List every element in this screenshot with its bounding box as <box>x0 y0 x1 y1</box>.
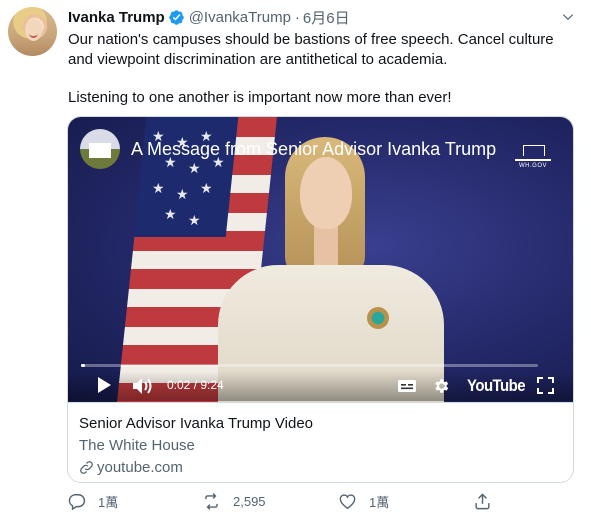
card-details[interactable]: Senior Advisor Ivanka Trump Video The Wh… <box>68 402 573 482</box>
tweet-date[interactable]: 6月6日 <box>303 7 350 28</box>
tweet-paragraph-1: Our nation's campuses should be bastions… <box>68 31 554 68</box>
display-name[interactable]: Ivanka Trump <box>68 9 165 26</box>
reply-count: 1萬 <box>98 495 119 510</box>
video-title-row: A Message from Senior Advisor Ivanka Tru… <box>80 129 496 169</box>
like-count: 1萬 <box>369 495 390 510</box>
flag-star: ★ <box>176 186 189 202</box>
captions-icon[interactable] <box>397 379 417 393</box>
share-button[interactable] <box>473 492 504 511</box>
share-icon <box>475 493 490 510</box>
card-link: youtube.com <box>79 459 183 476</box>
avatar[interactable] <box>8 7 57 56</box>
retweet-count: 2,595 <box>233 494 266 509</box>
video-title[interactable]: A Message from Senior Advisor Ivanka Tru… <box>131 139 496 160</box>
verified-icon <box>168 9 184 25</box>
retweet-button[interactable]: 2,595 <box>202 492 266 511</box>
video-controls: 0:02 / 9:24 YouTube <box>68 371 573 401</box>
flag-star: ★ <box>188 212 201 228</box>
speaker-brooch <box>367 307 389 329</box>
white-house-logo[interactable] <box>80 129 120 169</box>
tweet: Ivanka Trump @IvankaTrump · 6月6日 Our nat… <box>0 0 591 524</box>
reply-icon <box>68 494 86 511</box>
link-icon <box>80 461 93 474</box>
youtube-logo[interactable]: YouTube <box>467 376 526 396</box>
tweet-text: Our nation's campuses should be bastions… <box>68 30 578 108</box>
whgov-watermark: WH.GOV <box>513 145 553 169</box>
whgov-building-icon <box>515 145 551 161</box>
video-card: ★ ★ ★ ★ ★ ★ ★ ★ ★ ★ ★ A Message from Sen… <box>67 116 574 483</box>
flag-star: ★ <box>164 206 177 222</box>
retweet-icon <box>205 493 218 510</box>
play-icon[interactable] <box>96 376 112 394</box>
card-title: Senior Advisor Ivanka Trump Video <box>79 415 314 432</box>
user-handle[interactable]: @IvankaTrump <box>189 9 291 26</box>
white-house-building-icon <box>89 143 111 158</box>
video-player[interactable]: ★ ★ ★ ★ ★ ★ ★ ★ ★ ★ ★ A Message from Sen… <box>68 117 573 402</box>
separator-dot: · <box>294 8 300 26</box>
tweet-paragraph-2: Listening to one another is important no… <box>68 89 452 106</box>
card-link-text: youtube.com <box>97 459 183 476</box>
tweet-actions: 1萬 2,595 1萬 <box>67 492 507 516</box>
flag-star: ★ <box>200 180 213 196</box>
fullscreen-icon[interactable] <box>537 377 554 394</box>
caret-down-icon[interactable] <box>561 10 575 24</box>
video-progress-fill <box>81 364 85 367</box>
card-source: The White House <box>79 437 195 454</box>
like-button[interactable]: 1萬 <box>338 492 389 511</box>
flag-star: ★ <box>152 180 165 196</box>
volume-icon[interactable] <box>132 376 154 396</box>
video-progress-bar[interactable] <box>81 364 538 367</box>
settings-gear-icon[interactable] <box>432 377 450 395</box>
reply-button[interactable]: 1萬 <box>67 492 118 511</box>
like-icon <box>339 494 356 510</box>
tweet-header: Ivanka Trump @IvankaTrump · 6月6日 <box>68 7 350 27</box>
whgov-label: WH.GOV <box>519 163 547 169</box>
video-time: 0:02 / 9:24 <box>167 378 224 392</box>
